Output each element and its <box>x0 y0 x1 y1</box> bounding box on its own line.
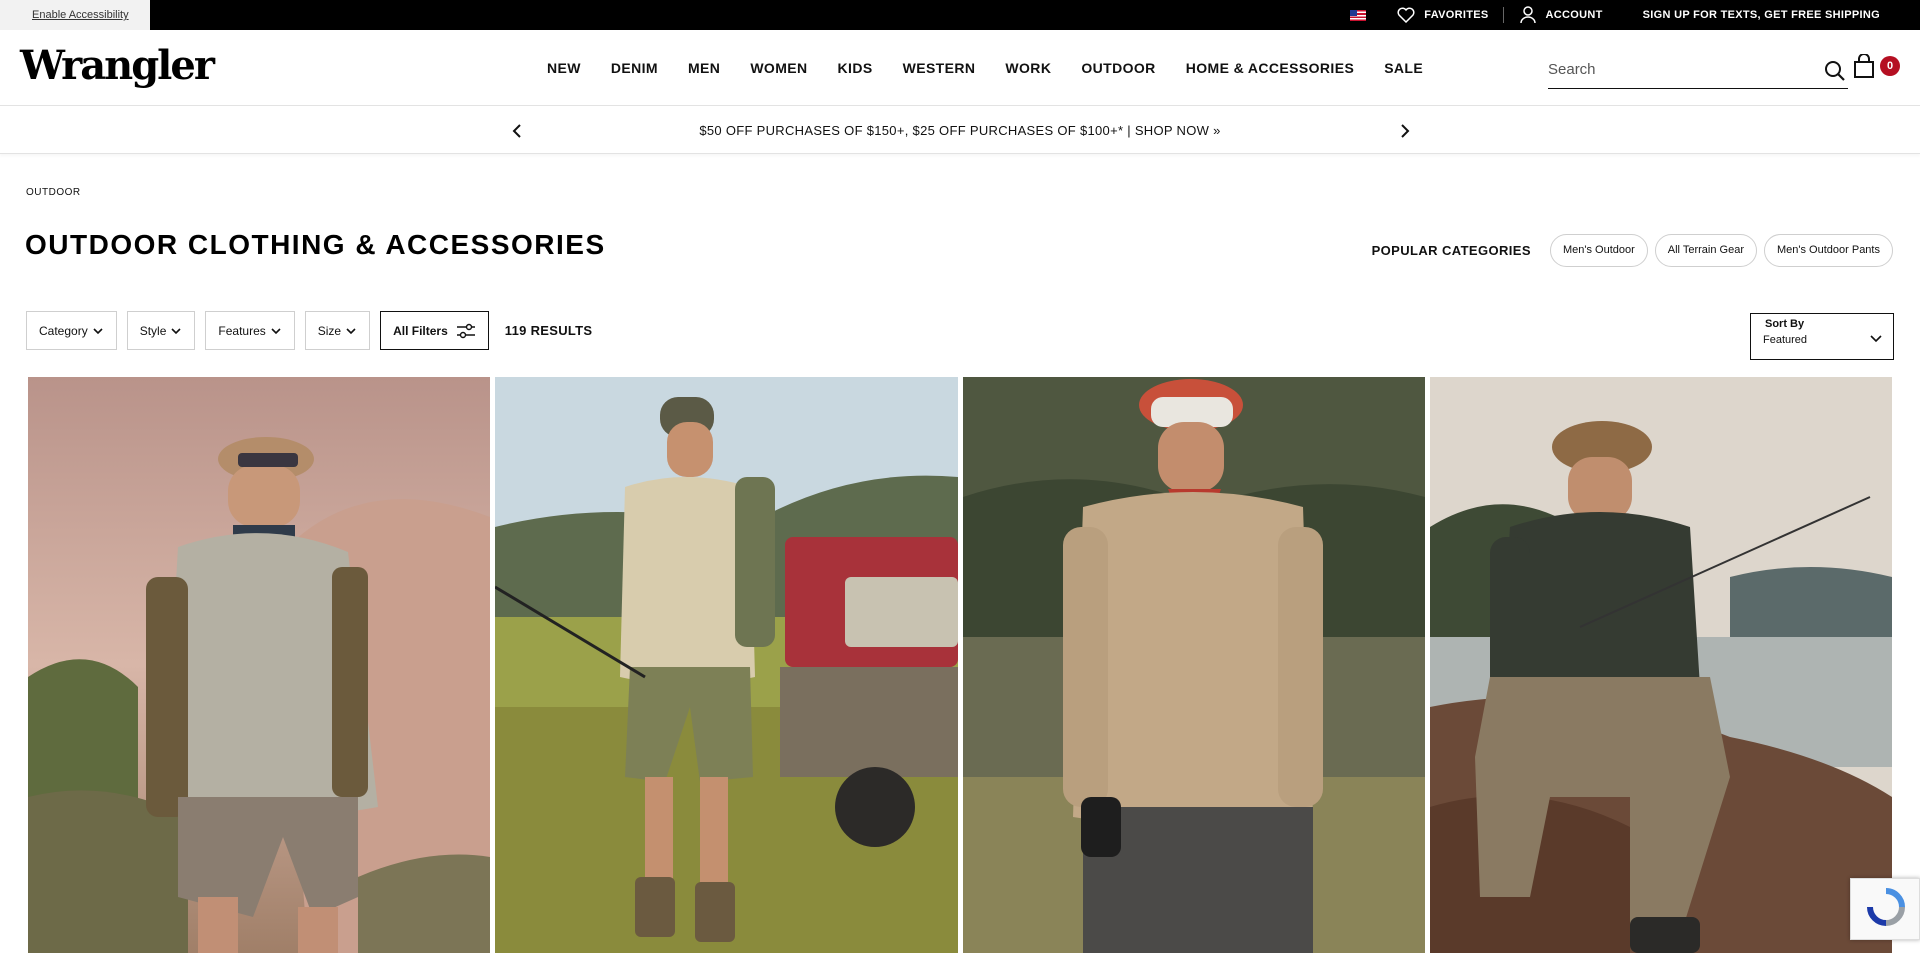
chevron-down-icon <box>92 325 104 337</box>
nav-men[interactable]: MEN <box>688 60 720 76</box>
wrangler-logo[interactable]: Wrangler <box>20 42 215 89</box>
nav-kids[interactable]: KIDS <box>838 60 873 76</box>
sort-by-label: Sort By <box>1763 318 1807 330</box>
filter-bar: Category Style Features Size All Filters… <box>26 311 592 350</box>
promo-banner: $50 OFF PURCHASES OF $150+, $25 OFF PURC… <box>0 107 1920 154</box>
utility-bar: Enable Accessibility FAVORITES ACCOUNT S… <box>0 0 1920 30</box>
recaptcha-badge[interactable] <box>1850 878 1920 940</box>
sort-by-value: Featured <box>1763 334 1808 346</box>
nav-western[interactable]: WESTERN <box>903 60 976 76</box>
chevron-down-icon <box>1869 331 1883 345</box>
search-box <box>1548 52 1848 89</box>
category-chip-mens-outdoor-pants[interactable]: Men's Outdoor Pants <box>1764 234 1893 267</box>
results-count: 119 RESULTS <box>504 323 593 338</box>
favorites-link[interactable]: FAVORITES <box>1396 5 1488 25</box>
angler-on-rock-photo[interactable] <box>1430 377 1892 953</box>
product-tile[interactable] <box>963 377 1425 953</box>
nav-work[interactable]: WORK <box>1005 60 1051 76</box>
product-tile[interactable] <box>495 377 958 953</box>
style-filter[interactable]: Style <box>126 311 196 350</box>
favorites-label: FAVORITES <box>1424 9 1489 21</box>
popular-categories: POPULAR CATEGORIES Men's Outdoor All Ter… <box>1372 234 1893 267</box>
product-grid <box>28 377 1893 953</box>
fisherman-by-truck-photo[interactable] <box>495 377 958 953</box>
category-chip-all-terrain-gear[interactable]: All Terrain Gear <box>1654 234 1757 267</box>
search-icon[interactable] <box>1824 60 1848 84</box>
man-with-binoculars-photo[interactable] <box>963 377 1425 953</box>
enable-accessibility-link[interactable]: Enable Accessibility <box>0 0 150 30</box>
category-filter-label: Category <box>39 323 88 338</box>
chevron-down-icon <box>345 325 357 337</box>
all-filters-button[interactable]: All Filters <box>380 311 489 350</box>
chevron-right-icon[interactable] <box>1395 121 1415 141</box>
account-link[interactable]: ACCOUNT <box>1518 5 1603 25</box>
category-filter[interactable]: Category <box>26 311 117 350</box>
nav-outdoor[interactable]: OUTDOOR <box>1081 60 1155 76</box>
promo-text[interactable]: $50 OFF PURCHASES OF $150+, $25 OFF PURC… <box>0 107 1920 154</box>
popular-categories-label: POPULAR CATEGORIES <box>1371 243 1531 258</box>
recaptcha-icon <box>1867 888 1905 926</box>
breadcrumb[interactable]: OUTDOOR <box>26 187 81 198</box>
shopping-bag-icon[interactable] <box>1853 53 1877 80</box>
utility-links: FAVORITES ACCOUNT SIGN UP FOR TEXTS, GET… <box>1350 0 1880 30</box>
account-label: ACCOUNT <box>1545 9 1603 21</box>
product-tile[interactable] <box>28 377 490 953</box>
text-signup-link[interactable]: SIGN UP FOR TEXTS, GET FREE SHIPPING <box>1643 9 1880 21</box>
divider <box>1502 7 1504 23</box>
chevron-down-icon <box>170 325 182 337</box>
sliders-icon <box>456 323 476 339</box>
user-icon <box>1518 5 1538 25</box>
size-filter[interactable]: Size <box>304 311 371 350</box>
site-header: Wrangler NEW DENIM MEN WOMEN KIDS WESTER… <box>0 30 1920 106</box>
all-filters-label: All Filters <box>393 323 448 338</box>
features-filter[interactable]: Features <box>205 311 295 350</box>
cart-count-badge[interactable]: 0 <box>1880 56 1900 76</box>
hiker-with-backpack-photo[interactable] <box>28 377 490 953</box>
nav-home-accessories[interactable]: HOME & ACCESSORIES <box>1186 60 1354 76</box>
heart-icon <box>1396 5 1416 25</box>
sort-by-select[interactable]: Sort By Featured <box>1750 313 1894 360</box>
nav-sale[interactable]: SALE <box>1384 60 1423 76</box>
features-filter-label: Features <box>218 323 266 338</box>
nav-women[interactable]: WOMEN <box>750 60 807 76</box>
category-chip-mens-outdoor[interactable]: Men's Outdoor <box>1549 234 1648 267</box>
main-nav: NEW DENIM MEN WOMEN KIDS WESTERN WORK OU… <box>547 30 1453 106</box>
size-filter-label: Size <box>317 323 342 338</box>
us-flag-icon[interactable] <box>1350 9 1367 21</box>
style-filter-label: Style <box>139 323 167 338</box>
nav-new[interactable]: NEW <box>547 60 581 76</box>
search-input[interactable] <box>1548 52 1808 86</box>
product-tile[interactable] <box>1430 377 1892 953</box>
page-title: OUTDOOR CLOTHING & ACCESSORIES <box>25 229 606 260</box>
chevron-down-icon <box>270 325 282 337</box>
nav-denim[interactable]: DENIM <box>611 60 658 76</box>
